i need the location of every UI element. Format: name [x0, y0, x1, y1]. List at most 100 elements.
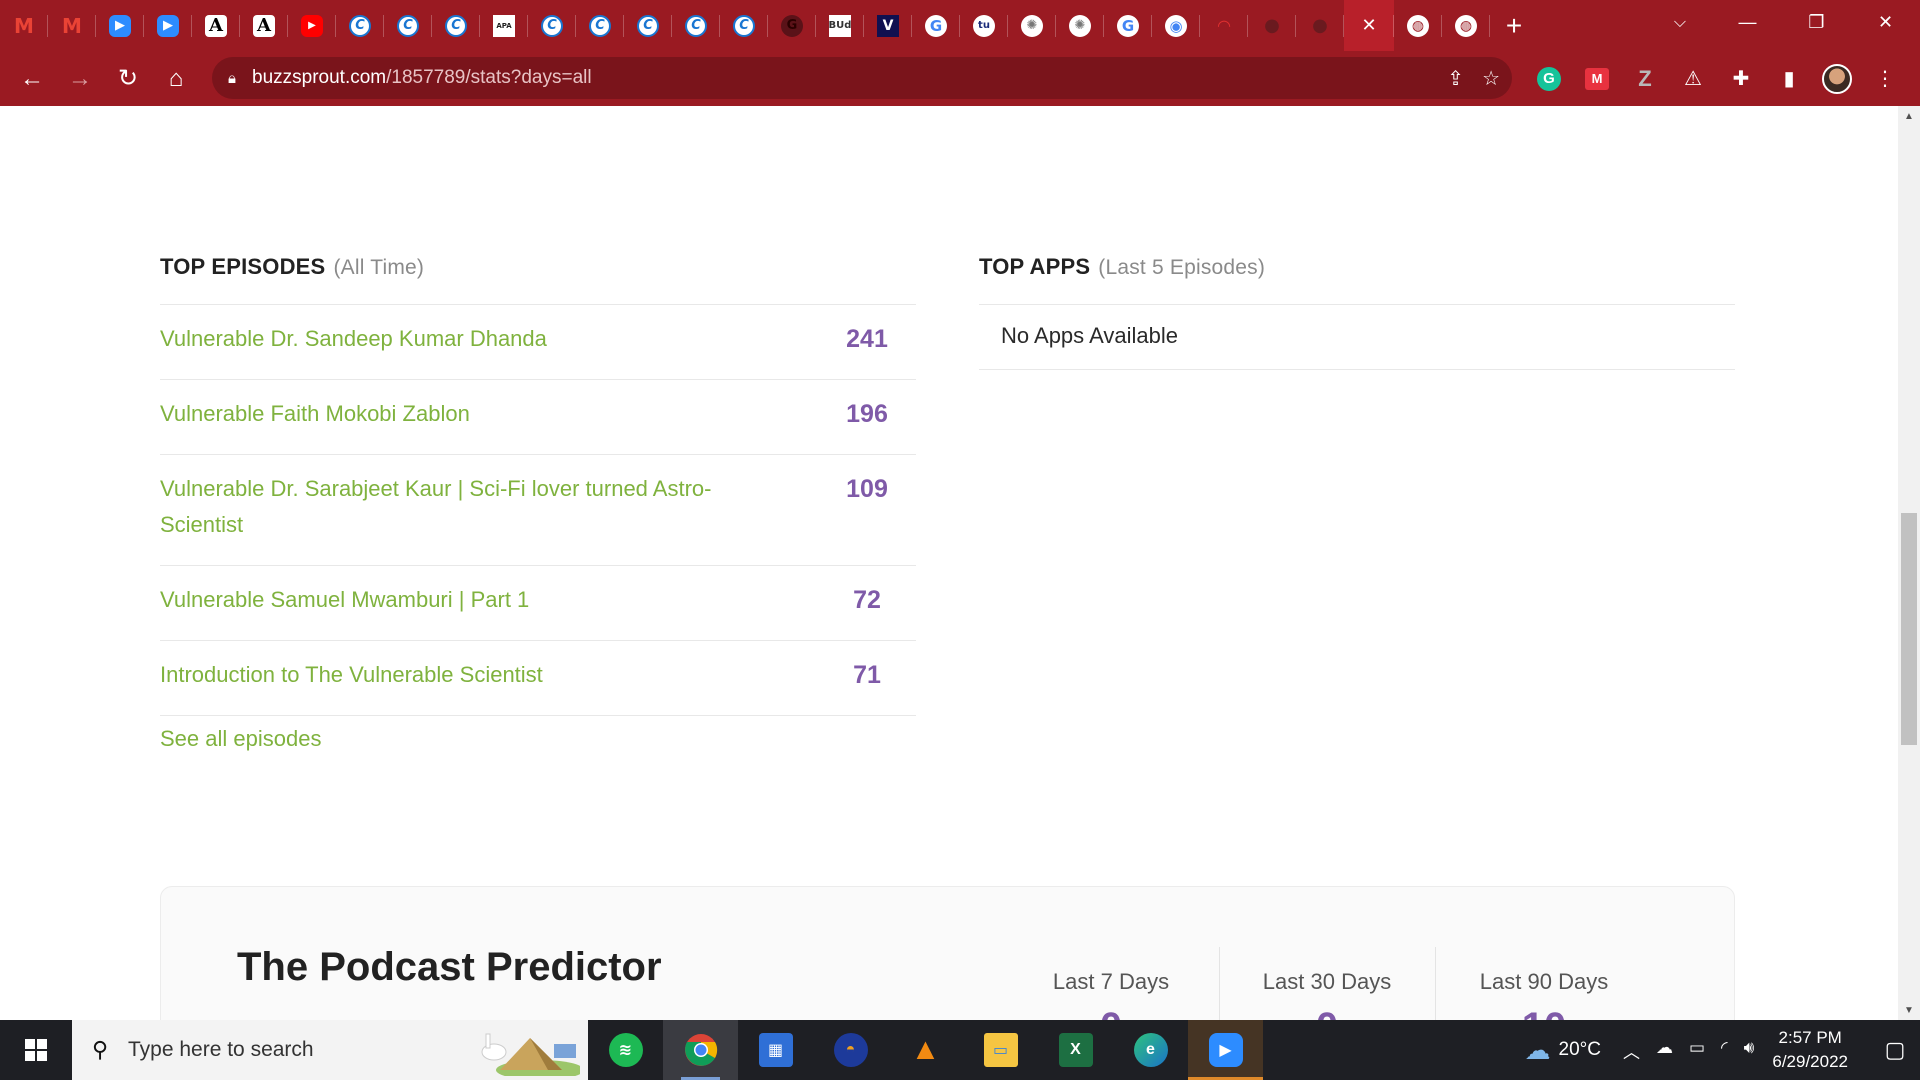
forward-button[interactable]: → [56, 55, 104, 103]
clock-time: 2:57 PM [1778, 1028, 1842, 1047]
weather-widget[interactable]: ☁ 20°C [1525, 1035, 1601, 1066]
browser-tab[interactable]: ▶ [144, 0, 192, 51]
mendeley-extension-icon[interactable]: M [1573, 55, 1621, 103]
zoom-taskbar-icon[interactable]: ▶ [1188, 1020, 1263, 1080]
share-icon[interactable]: ⇪ [1447, 66, 1464, 91]
grammarly-extension-icon[interactable]: G [1525, 55, 1573, 103]
start-button[interactable] [0, 1020, 72, 1080]
tab-search-chevron-icon[interactable]: ⌵ [1662, 8, 1698, 38]
google-icon: G [925, 14, 947, 37]
scroll-up-arrow-icon[interactable]: ▲ [1898, 106, 1920, 126]
app-taskbar-icon[interactable]: ◓ [813, 1020, 888, 1080]
brain-icon: ✺ [1069, 14, 1091, 37]
browser-tab[interactable]: G [768, 0, 816, 51]
browser-tab[interactable]: ● [1296, 0, 1344, 51]
browser-tab[interactable]: M [48, 0, 96, 51]
tu-icon: tu [973, 14, 995, 37]
file-explorer-taskbar-icon[interactable]: ▭ [963, 1020, 1038, 1080]
home-button[interactable]: ⌂ [152, 55, 200, 103]
episode-row: Vulnerable Samuel Mwamburi | Part 1 72 [160, 566, 916, 641]
restore-button[interactable]: ❐ [1782, 0, 1851, 44]
address-bar[interactable]: 🔒︎ buzzsprout.com/1857789/stats?days=all… [212, 57, 1512, 99]
volume-icon[interactable]: 🔊︎ [1744, 1038, 1755, 1063]
menu-kebab-icon[interactable]: ⋮ [1861, 55, 1909, 103]
excel-taskbar-icon[interactable]: X [1038, 1020, 1113, 1080]
onedrive-cloud-icon[interactable]: ☁ [1656, 1038, 1673, 1063]
side-panel-icon[interactable]: ▮ [1765, 55, 1813, 103]
c-circle-icon: C [397, 14, 419, 37]
spotify-taskbar-icon[interactable]: ≋ [588, 1020, 663, 1080]
browser-tab[interactable]: C [384, 0, 432, 51]
url-text[interactable]: buzzsprout.com/1857789/stats?days=all [252, 67, 592, 89]
episode-title-link[interactable]: Vulnerable Samuel Mwamburi | Part 1 [160, 582, 529, 618]
battery-icon[interactable]: ▭ [1689, 1038, 1705, 1063]
alert-extension-icon[interactable]: ⚠︎ [1669, 55, 1717, 103]
browser-tab[interactable]: tu [960, 0, 1008, 51]
podcast-predictor-card: The Podcast Predictor Last 7 Days 0 Last… [160, 886, 1735, 1020]
period-value-90: 10 [1444, 1005, 1644, 1020]
vertical-scrollbar[interactable]: ▲ ▼ [1898, 106, 1920, 1020]
taskbar-search-box[interactable]: ⚲ Type here to search [72, 1020, 588, 1080]
reload-button[interactable]: ↻ [104, 55, 152, 103]
minimize-button[interactable]: — [1713, 0, 1782, 44]
browser-tab[interactable]: ▶ [96, 0, 144, 51]
browser-tab[interactable]: ▶ [288, 0, 336, 51]
see-all-episodes-link[interactable]: See all episodes [160, 726, 321, 752]
browser-tab[interactable]: ◠ [1200, 0, 1248, 51]
profile-avatar[interactable] [1813, 55, 1861, 103]
browser-tab[interactable]: G [912, 0, 960, 51]
bookmark-star-icon[interactable]: ☆ [1482, 66, 1500, 91]
browser-tab[interactable]: ✺ [1056, 0, 1104, 51]
browser-tab[interactable]: V [864, 0, 912, 51]
close-tab-icon[interactable]: ✕ [1361, 15, 1376, 36]
list-item: No Apps Available [979, 305, 1735, 370]
notification-center-icon[interactable]: ▢ [1870, 1020, 1920, 1080]
episode-title-link[interactable]: Vulnerable Dr. Sandeep Kumar Dhanda [160, 321, 547, 357]
browser-tab[interactable]: C [624, 0, 672, 51]
browser-tab[interactable]: A [240, 0, 288, 51]
new-tab-button[interactable]: + [1490, 0, 1538, 51]
browser-tab[interactable]: ◍ [1394, 0, 1442, 51]
browser-tab[interactable]: ● [1248, 0, 1296, 51]
calendar-taskbar-icon[interactable]: ▦ [738, 1020, 813, 1080]
zotero-extension-icon[interactable]: Z [1621, 55, 1669, 103]
page-content: TOP EPISODES (All Time) Vulnerable Dr. Sa… [0, 106, 1898, 1020]
vlc-taskbar-icon[interactable]: ▲ [888, 1020, 963, 1080]
extensions-puzzle-icon[interactable]: ✚ [1717, 55, 1765, 103]
browser-tab[interactable]: A [192, 0, 240, 51]
search-highlight-illustration [470, 1024, 580, 1076]
scroll-down-arrow-icon[interactable]: ▼ [1898, 1000, 1920, 1020]
lock-icon[interactable]: 🔒︎ [212, 70, 252, 87]
edge-taskbar-icon[interactable]: e [1113, 1020, 1188, 1080]
top-episodes-heading: TOP EPISODES (All Time) [160, 254, 424, 280]
episode-download-count: 196 [846, 400, 888, 428]
episode-title-link[interactable]: Introduction to The Vulnerable Scientist [160, 657, 543, 693]
browser-tab[interactable]: C [432, 0, 480, 51]
clock-date: 6/29/2022 [1772, 1052, 1848, 1071]
active-browser-tab[interactable]: ✕ [1344, 0, 1394, 51]
browser-tab[interactable]: C [576, 0, 624, 51]
browser-tab[interactable]: BUd [816, 0, 864, 51]
period-value-30: 0 [1227, 1005, 1427, 1020]
browser-tab[interactable]: APA [480, 0, 528, 51]
episode-title-link[interactable]: Vulnerable Faith Mokobi Zablon [160, 396, 470, 432]
c-circle-icon: C [733, 14, 755, 37]
browser-tab[interactable]: ◍ [1442, 0, 1490, 51]
wifi-icon[interactable]: ◜ [1721, 1038, 1728, 1063]
browser-tab[interactable]: ◉ [1152, 0, 1200, 51]
back-button[interactable]: ← [8, 55, 56, 103]
browser-tab[interactable]: C [720, 0, 768, 51]
clock[interactable]: 2:57 PM 6/29/2022 [1772, 1026, 1848, 1074]
episode-title-link[interactable]: Vulnerable Dr. Sarabjeet Kaur | Sci-Fi l… [160, 471, 780, 543]
close-window-button[interactable]: ✕ [1851, 0, 1920, 44]
browser-tab[interactable]: ✺ [1008, 0, 1056, 51]
browser-tab[interactable]: C [336, 0, 384, 51]
show-hidden-icons-chevron-icon[interactable]: ︿ [1623, 1038, 1640, 1063]
browser-tab[interactable]: G [1104, 0, 1152, 51]
chrome-taskbar-icon[interactable] [663, 1020, 738, 1080]
browser-tab[interactable]: C [528, 0, 576, 51]
browser-tab[interactable]: C [672, 0, 720, 51]
a-letter-icon: A [205, 14, 227, 37]
scrollbar-thumb[interactable] [1901, 513, 1917, 745]
browser-tab[interactable]: M [0, 0, 48, 51]
